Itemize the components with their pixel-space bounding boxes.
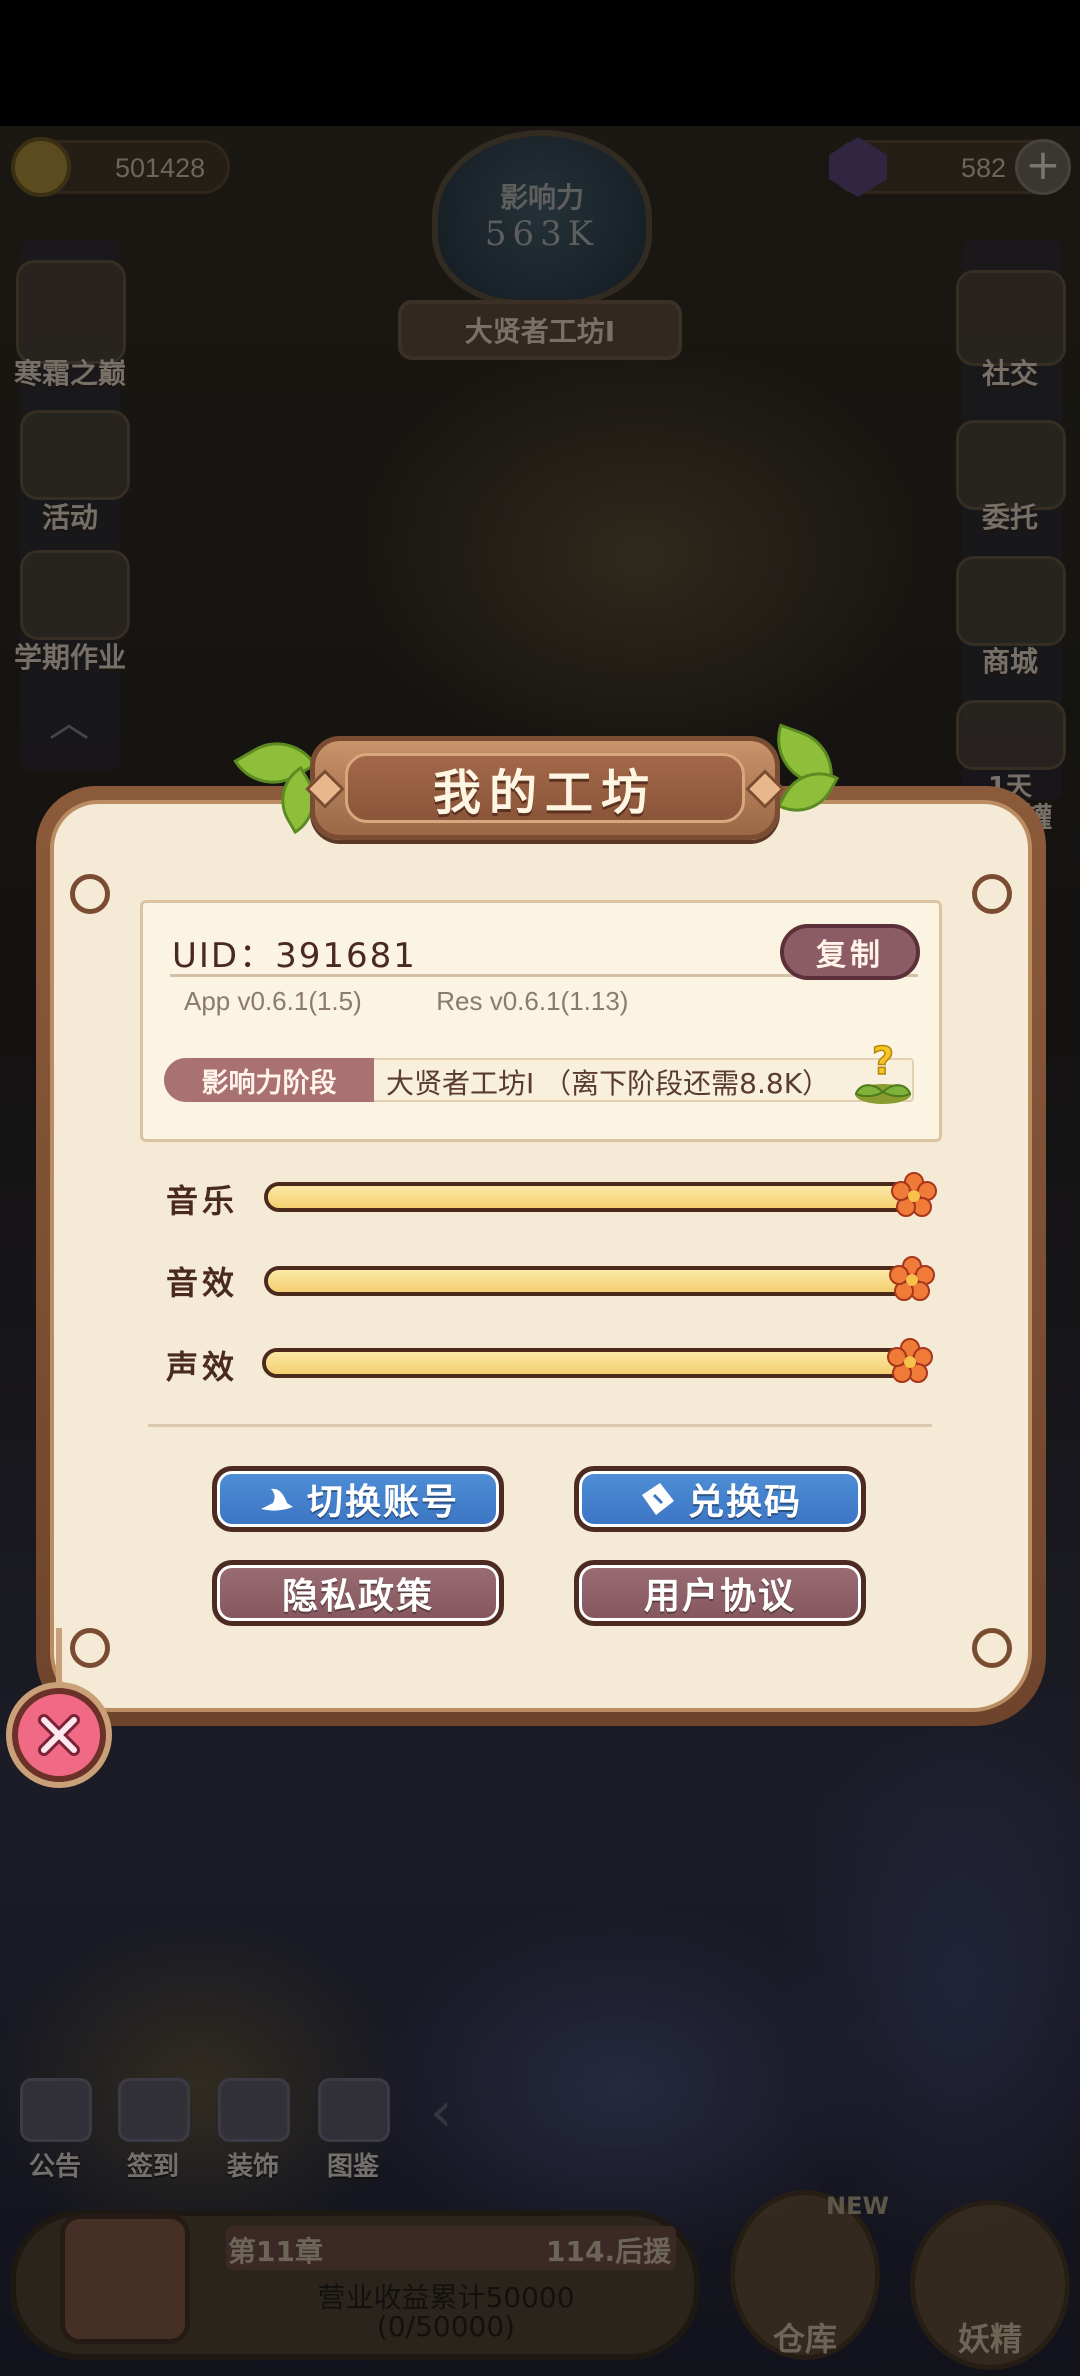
dialog-title: 我的工坊 bbox=[432, 765, 657, 821]
voice-slider-track[interactable] bbox=[262, 1348, 912, 1378]
voice-label: 声效 bbox=[166, 1348, 239, 1386]
user-agreement-button[interactable]: 用户协议 bbox=[574, 1560, 866, 1626]
copy-uid-button[interactable]: 复制 bbox=[780, 924, 920, 980]
music-label: 音乐 bbox=[166, 1182, 239, 1220]
music-slider-fill bbox=[268, 1186, 908, 1208]
corner-ornament-bottom-left bbox=[70, 1628, 110, 1668]
close-button[interactable] bbox=[12, 1688, 106, 1782]
switch-account-label: 切换账号 bbox=[306, 1482, 459, 1523]
music-slider-knob-flower-icon[interactable] bbox=[890, 1172, 938, 1220]
sound-effect-slider-track[interactable] bbox=[264, 1266, 912, 1296]
uid-text: UID：391681 bbox=[172, 936, 417, 976]
dialog-title-plaque: 我的工坊 bbox=[305, 736, 785, 840]
redeem-code-button[interactable]: 兑换码 bbox=[574, 1466, 866, 1532]
corner-ornament-top-right bbox=[972, 874, 1012, 914]
sound-effect-slider-fill bbox=[268, 1270, 908, 1292]
corner-ornament-top-left bbox=[70, 874, 110, 914]
voice-slider-knob-flower-icon[interactable] bbox=[886, 1338, 934, 1386]
user-agreement-label: 用户协议 bbox=[643, 1576, 796, 1617]
close-icon bbox=[38, 1714, 80, 1756]
version-info: App v0.6.1(1.5) Res v0.6.1(1.13) bbox=[184, 986, 628, 1017]
influence-stage-value: 大贤者工坊I （离下阶段还需8.8K） bbox=[386, 1067, 831, 1100]
svg-text:?: ? bbox=[872, 1040, 894, 1083]
title-plaque-inner: 我的工坊 bbox=[345, 753, 745, 823]
sprout-help-icon[interactable]: ? bbox=[852, 1040, 914, 1106]
privacy-policy-label: 隐私政策 bbox=[281, 1576, 434, 1617]
close-button-string bbox=[56, 1628, 62, 1692]
hat-icon bbox=[260, 1488, 293, 1511]
app-version: App v0.6.1(1.5) bbox=[184, 986, 362, 1016]
switch-account-button[interactable]: 切换账号 bbox=[212, 1466, 504, 1532]
diamond-icon bbox=[745, 769, 785, 809]
music-slider-track[interactable] bbox=[264, 1182, 912, 1212]
voice-slider-fill bbox=[266, 1352, 908, 1374]
sound-effect-label: 音效 bbox=[166, 1264, 239, 1302]
res-version: Res v0.6.1(1.13) bbox=[436, 986, 629, 1016]
ticket-icon bbox=[641, 1483, 674, 1515]
redeem-code-label: 兑换码 bbox=[687, 1482, 802, 1523]
privacy-policy-button[interactable]: 隐私政策 bbox=[212, 1560, 504, 1626]
corner-ornament-bottom-right bbox=[972, 1628, 1012, 1668]
sound-effect-slider-knob-flower-icon[interactable] bbox=[888, 1256, 936, 1304]
diamond-icon bbox=[305, 769, 345, 809]
section-divider bbox=[148, 1424, 932, 1427]
influence-stage-label: 影响力阶段 bbox=[164, 1058, 374, 1102]
